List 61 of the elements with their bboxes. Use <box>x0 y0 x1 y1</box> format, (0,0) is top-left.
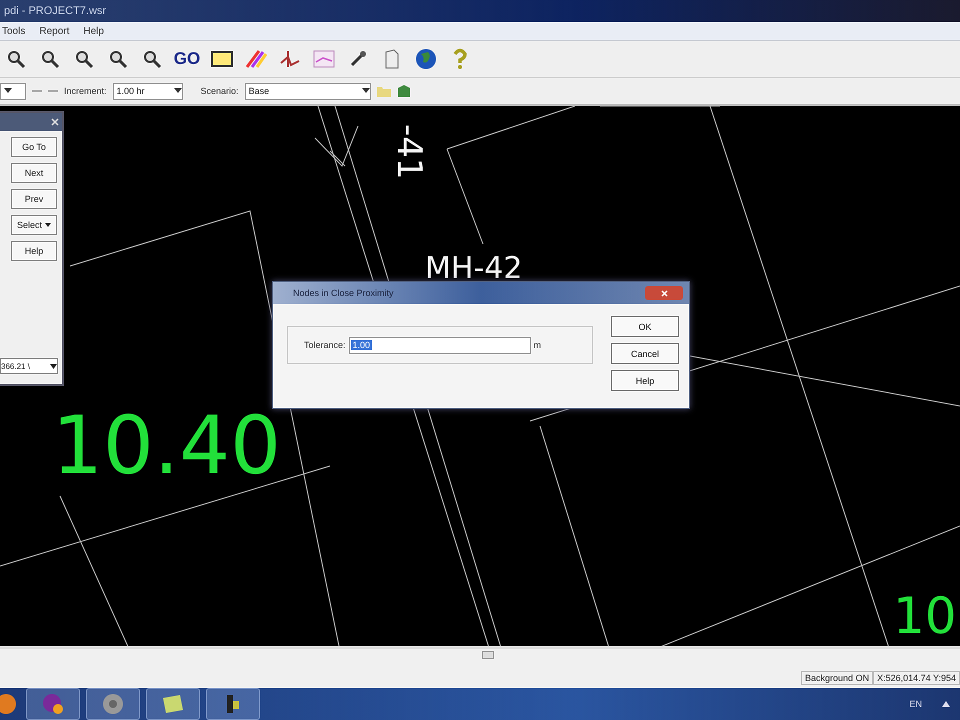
resize-grip-icon[interactable] <box>482 651 494 659</box>
close-icon[interactable] <box>51 118 59 126</box>
zoom-window-icon <box>108 49 128 69</box>
node-label: MH-42 <box>425 254 522 284</box>
dropdown-arrow-icon <box>4 88 12 94</box>
panel-button[interactable]: Help <box>11 241 57 261</box>
graph-icon <box>313 50 335 68</box>
language-indicator[interactable]: EN <box>909 699 922 709</box>
dropdown-arrow-icon <box>362 88 370 94</box>
document-icon <box>384 49 400 69</box>
panel-button[interactable]: Select <box>11 215 57 235</box>
scenario-combo[interactable]: Base <box>244 82 371 100</box>
taskbar-button[interactable] <box>146 688 200 720</box>
zoom-previous-icon <box>142 49 162 69</box>
help-icon <box>452 48 468 70</box>
close-icon <box>660 290 668 296</box>
messenger-icon <box>42 693 64 715</box>
disc-icon <box>102 693 124 715</box>
status-cell: Background ON <box>801 671 874 685</box>
zoom-in-icon <box>40 49 60 69</box>
panel-button[interactable]: Prev <box>11 189 57 209</box>
scenario-icon[interactable] <box>396 84 411 98</box>
close-button[interactable] <box>645 286 683 300</box>
menu-item[interactable]: Help <box>83 26 104 36</box>
panel-button[interactable]: Next <box>11 163 57 183</box>
figure-icon <box>227 695 239 713</box>
node-combo[interactable]: 366.21 \ <box>0 358 58 374</box>
globe-icon <box>415 48 437 70</box>
taskbar-button[interactable] <box>206 688 260 720</box>
note-icon <box>162 694 184 714</box>
rainbow-pen-icon <box>245 49 267 69</box>
window-title: pdi - PROJECT7.wsr <box>4 5 106 17</box>
caret-icon <box>45 223 51 227</box>
dropdown-arrow-icon <box>50 364 57 368</box>
scenario-label: Scenario: <box>200 86 239 96</box>
menu-item[interactable]: Tools <box>2 26 26 36</box>
increment-combo[interactable]: 1.00 hr <box>112 82 183 100</box>
zoom-extents-icon <box>6 49 26 69</box>
pipe-label: -41 <box>392 124 426 180</box>
wrench-icon <box>348 49 368 69</box>
time-combo[interactable] <box>0 82 26 100</box>
tolerance-field[interactable]: 1.00 <box>348 336 531 354</box>
zoom-out-icon <box>74 49 94 69</box>
dialog-button[interactable]: Help <box>611 370 679 391</box>
tolerance-label: Tolerance: <box>304 340 346 350</box>
dropdown-arrow-icon <box>174 88 182 94</box>
unit-label: m <box>534 340 542 350</box>
menu-item[interactable]: Report <box>39 26 70 36</box>
dialog-title: Nodes in Close Proximity <box>293 288 394 298</box>
status-cell: X:526,014.74 Y:954 <box>873 671 960 685</box>
rectangle-icon <box>211 51 233 67</box>
increment-label: Increment: <box>64 86 107 96</box>
dialog-button[interactable]: Cancel <box>611 343 679 364</box>
go-button[interactable]: GO <box>172 45 202 73</box>
dialog-button[interactable]: OK <box>611 316 679 337</box>
profile-icon <box>279 49 301 69</box>
tray-arrow-icon[interactable] <box>942 701 950 707</box>
panel-button[interactable]: Go To <box>11 137 57 157</box>
value-label: 10.40 <box>52 406 282 486</box>
taskbar-button[interactable] <box>26 688 80 720</box>
value-label: 10 <box>893 591 957 641</box>
